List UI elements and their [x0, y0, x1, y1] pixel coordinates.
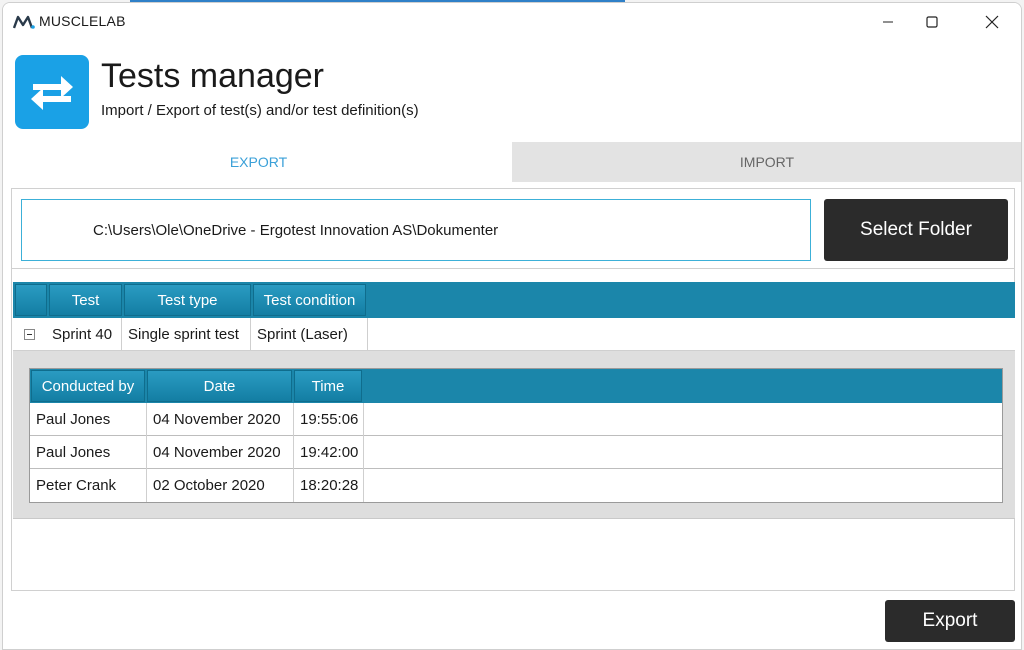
cell-time: 19:42:00	[294, 436, 364, 469]
cell-test: Sprint 40	[47, 318, 122, 351]
expander-column-header	[15, 284, 47, 316]
minimize-icon	[883, 21, 893, 23]
tab-bar: EXPORT IMPORT	[5, 142, 1021, 182]
page-subtitle: Import / Export of test(s) and/or test d…	[101, 102, 419, 119]
close-button[interactable]	[969, 3, 1015, 41]
tests-grid: Test Test type Test condition Sprint 40 …	[13, 282, 1015, 519]
table-row[interactable]: Peter Crank 02 October 2020 18:20:28	[30, 469, 1002, 502]
export-button[interactable]: Export	[885, 600, 1015, 642]
tests-grid-header: Test Test type Test condition	[13, 282, 1015, 318]
tab-import[interactable]: IMPORT	[513, 142, 1021, 182]
column-header-time[interactable]: Time	[294, 370, 362, 402]
details-grid: Conducted by Date Time Paul Jones 04 Nov…	[29, 368, 1003, 503]
details-grid-header: Conducted by Date Time	[30, 369, 1002, 403]
cell-time: 19:55:06	[294, 403, 364, 436]
column-header-test-type[interactable]: Test type	[124, 284, 251, 316]
tab-export[interactable]: EXPORT	[5, 142, 512, 182]
cell-conducted-by: Peter Crank	[30, 469, 147, 502]
close-icon	[985, 15, 999, 29]
column-header-test-condition[interactable]: Test condition	[253, 284, 366, 316]
cell-test-type: Single sprint test	[122, 318, 251, 351]
cell-test-condition: Sprint (Laser)	[251, 318, 368, 351]
select-folder-button[interactable]: Select Folder	[824, 199, 1008, 261]
table-row[interactable]: Sprint 40 Single sprint test Sprint (Las…	[13, 318, 1015, 351]
column-header-date[interactable]: Date	[147, 370, 292, 402]
cell-date: 04 November 2020	[147, 436, 294, 469]
cell-time: 18:20:28	[294, 469, 364, 502]
cell-conducted-by: Paul Jones	[30, 436, 147, 469]
minimize-button[interactable]	[865, 3, 911, 41]
folder-path-input[interactable]: C:\Users\Ole\OneDrive - Ergotest Innovat…	[21, 199, 811, 261]
collapse-icon[interactable]	[24, 329, 35, 340]
expander-cell	[13, 318, 47, 351]
title-bar[interactable]: MUSCLELAB	[3, 3, 1021, 41]
page-title: Tests manager	[101, 57, 324, 95]
folder-row: C:\Users\Ole\OneDrive - Ergotest Innovat…	[12, 189, 1014, 269]
column-header-conducted-by[interactable]: Conducted by	[31, 370, 145, 402]
cell-date: 02 October 2020	[147, 469, 294, 502]
table-row[interactable]: Paul Jones 04 November 2020 19:55:06	[30, 403, 1002, 436]
export-panel: C:\Users\Ole\OneDrive - Ergotest Innovat…	[11, 188, 1015, 591]
app-name: MUSCLELAB	[39, 13, 126, 29]
musclelab-logo-icon	[13, 15, 35, 29]
swap-arrows-icon	[15, 55, 89, 129]
maximize-icon	[926, 16, 938, 28]
app-window: MUSCLELAB Tests manager Import / Export …	[2, 2, 1022, 650]
row-details-area: Conducted by Date Time Paul Jones 04 Nov…	[13, 351, 1015, 519]
table-row[interactable]: Paul Jones 04 November 2020 19:42:00	[30, 436, 1002, 469]
maximize-button[interactable]	[909, 3, 955, 41]
column-header-test[interactable]: Test	[49, 284, 122, 316]
cell-date: 04 November 2020	[147, 403, 294, 436]
cell-conducted-by: Paul Jones	[30, 403, 147, 436]
